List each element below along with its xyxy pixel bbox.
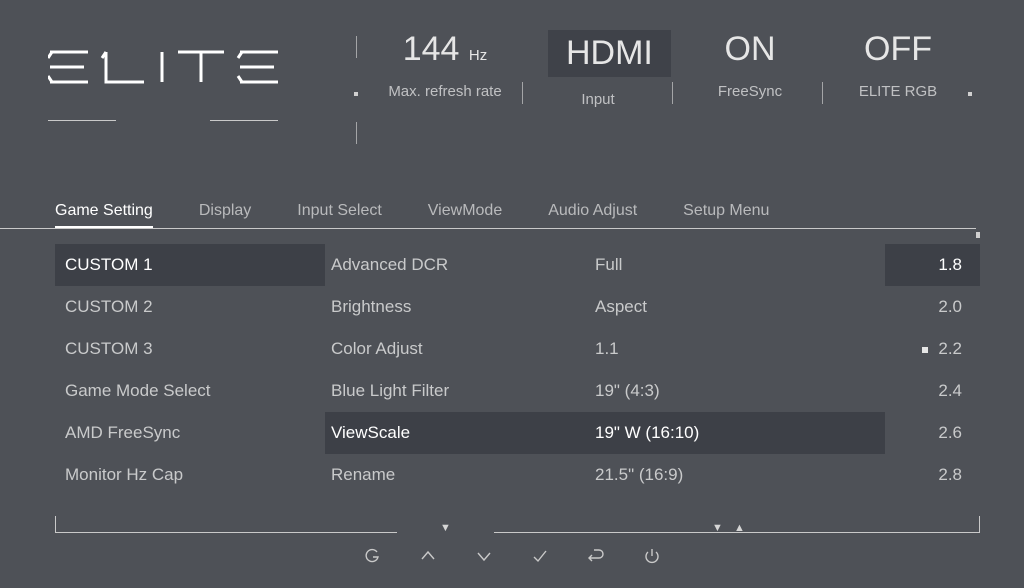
nav-down-icon[interactable]	[475, 548, 493, 568]
dot-icon	[968, 92, 972, 96]
menu-item-amd-freesync[interactable]: AMD FreeSync	[55, 412, 325, 454]
stat-elite-rgb: OFF ELITE RGB	[848, 30, 948, 100]
main-tabs: Game Setting Display Input Select ViewMo…	[55, 202, 974, 228]
nav-g-icon[interactable]	[363, 548, 381, 568]
value-2-0[interactable]: 2.0	[885, 286, 980, 328]
value-2-2-label: 2.2	[938, 339, 962, 358]
header-tick	[672, 82, 673, 104]
logo-underline-right	[210, 120, 278, 121]
nav-power-icon[interactable]	[643, 548, 661, 568]
option-full[interactable]: Full	[589, 244, 885, 286]
menu-item-viewscale[interactable]: ViewScale	[325, 412, 589, 454]
nav-back-icon[interactable]	[587, 548, 605, 568]
menu-item-monitor-hz-cap[interactable]: Monitor Hz Cap	[55, 454, 325, 496]
option-19w-16-10[interactable]: 19" W (16:10)	[589, 412, 885, 454]
option-1-1[interactable]: 1.1	[589, 328, 885, 370]
menu-col-values: 1.8 2.0 2.2 2.4 2.6 2.8	[885, 244, 980, 520]
menu-item-game-mode-select[interactable]: Game Mode Select	[55, 370, 325, 412]
bracket-left	[55, 516, 56, 532]
input-value: HDMI	[548, 30, 671, 77]
menu-col-profiles: CUSTOM 1 CUSTOM 2 CUSTOM 3 Game Mode Sel…	[55, 244, 325, 520]
tab-setup-menu[interactable]: Setup Menu	[683, 202, 769, 228]
option-21-5-16-9[interactable]: 21.5" (16:9)	[589, 454, 885, 496]
header-tick	[356, 36, 357, 58]
menu-item-custom1[interactable]: CUSTOM 1	[55, 244, 325, 286]
stat-freesync: ON FreeSync	[700, 30, 800, 100]
value-2-6[interactable]: 2.6	[885, 412, 980, 454]
option-19-4-3[interactable]: 19" (4:3)	[589, 370, 885, 412]
header-tick	[822, 82, 823, 104]
rgb-label: ELITE RGB	[848, 83, 948, 100]
current-marker-icon	[922, 347, 928, 353]
menu-item-rename[interactable]: Rename	[325, 454, 589, 496]
tab-viewmode[interactable]: ViewMode	[428, 202, 502, 228]
value-2-8[interactable]: 2.8	[885, 454, 980, 496]
menu-col-viewscale-options: Full Aspect 1.1 19" (4:3) 19" W (16:10) …	[589, 244, 885, 520]
bracket-h-left	[55, 532, 397, 533]
rgb-value: OFF	[848, 30, 948, 69]
header-tick	[356, 122, 357, 144]
freesync-label: FreeSync	[700, 83, 800, 100]
menu-item-blue-light-filter[interactable]: Blue Light Filter	[325, 370, 589, 412]
nav-check-icon[interactable]	[531, 548, 549, 568]
header-tick	[522, 82, 523, 104]
osd-nav-bar	[0, 548, 1024, 568]
bracket-right	[979, 516, 980, 532]
tab-underline	[0, 228, 976, 229]
menu-item-custom2[interactable]: CUSTOM 2	[55, 286, 325, 328]
menu-item-custom3[interactable]: CUSTOM 3	[55, 328, 325, 370]
dot-icon	[354, 92, 358, 96]
refresh-unit: Hz	[469, 47, 487, 64]
menu-item-advanced-dcr[interactable]: Advanced DCR	[325, 244, 589, 286]
value-2-2[interactable]: 2.2	[885, 328, 980, 370]
freesync-value: ON	[700, 30, 800, 69]
refresh-label: Max. refresh rate	[370, 83, 520, 100]
menu-col-settings: Advanced DCR Brightness Color Adjust Blu…	[325, 244, 589, 520]
tab-display[interactable]: Display	[199, 202, 251, 228]
tab-underline-end	[976, 232, 980, 238]
brand-logo	[48, 48, 280, 91]
menu-columns: CUSTOM 1 CUSTOM 2 CUSTOM 3 Game Mode Sel…	[55, 244, 980, 520]
stat-refresh-rate: 144 Hz Max. refresh rate	[370, 30, 520, 100]
tab-input-select[interactable]: Input Select	[297, 202, 382, 228]
value-1-8[interactable]: 1.8	[885, 244, 980, 286]
scroll-down-icon[interactable]: ▼	[440, 522, 451, 534]
tab-game-setting[interactable]: Game Setting	[55, 202, 153, 228]
nav-up-icon[interactable]	[419, 548, 437, 568]
stat-input: HDMI Input	[548, 30, 648, 108]
bracket-h-right	[494, 532, 980, 533]
tab-audio-adjust[interactable]: Audio Adjust	[548, 202, 637, 228]
input-label: Input	[548, 91, 648, 108]
refresh-value: 144	[403, 30, 460, 68]
option-aspect[interactable]: Aspect	[589, 286, 885, 328]
menu-item-brightness[interactable]: Brightness	[325, 286, 589, 328]
logo-underline-left	[48, 120, 116, 121]
menu-item-color-adjust[interactable]: Color Adjust	[325, 328, 589, 370]
value-2-4[interactable]: 2.4	[885, 370, 980, 412]
